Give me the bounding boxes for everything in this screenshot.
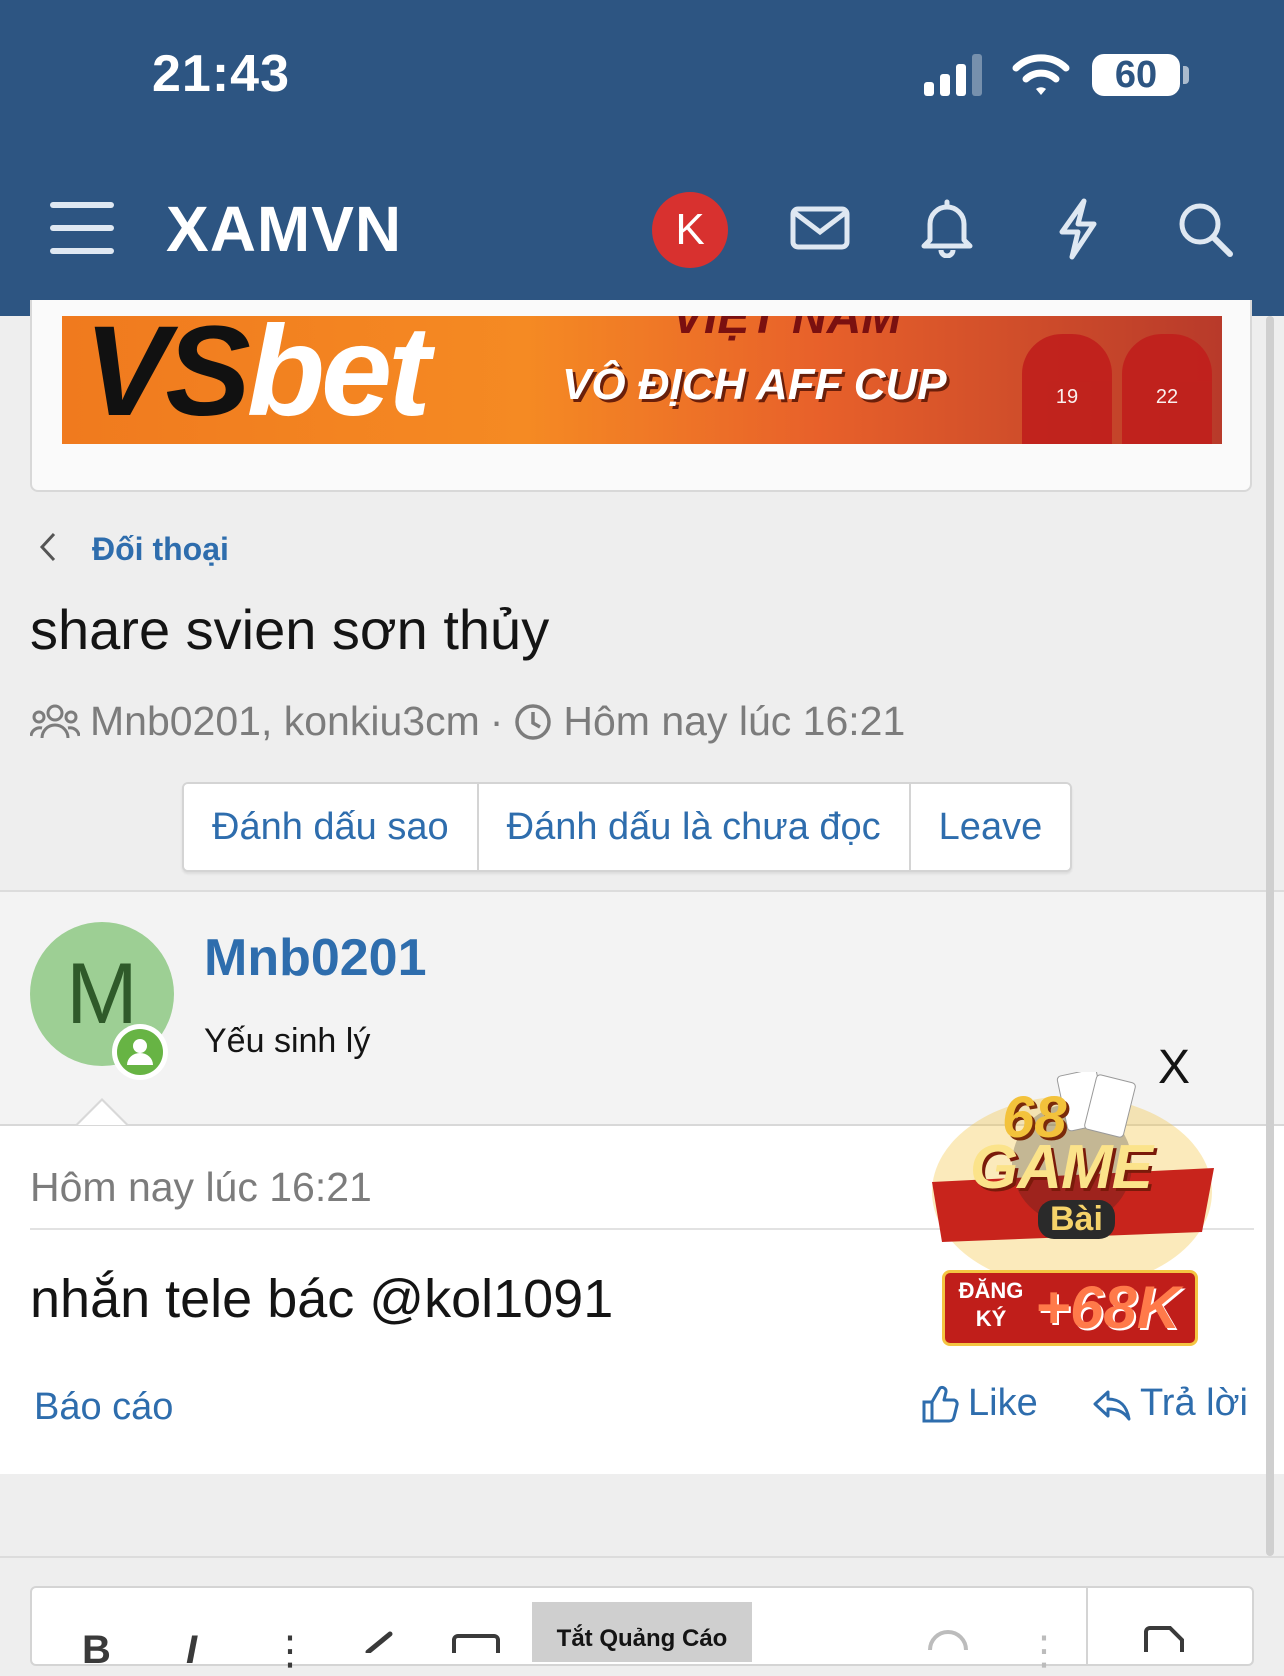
- report-link[interactable]: Báo cáo: [34, 1386, 173, 1429]
- banner-slogan: VÔ ĐỊCH AFF CUP: [562, 360, 947, 409]
- menu-icon[interactable]: [50, 200, 114, 256]
- image-icon[interactable]: [452, 1634, 500, 1653]
- search-icon[interactable]: [1178, 202, 1234, 258]
- ad-register-label: ĐĂNG KÝ: [958, 1278, 1024, 1331]
- like-button[interactable]: Like: [920, 1382, 1038, 1425]
- reply-icon: [1093, 1390, 1131, 1420]
- document-icon[interactable]: [1142, 1626, 1186, 1653]
- ad-bonus-label: +68K: [1035, 1274, 1181, 1341]
- notification-bell-icon[interactable]: [920, 198, 974, 258]
- scrollbar[interactable]: [1266, 316, 1274, 1556]
- cellular-signal-icon: [924, 54, 982, 96]
- bold-button[interactable]: B: [82, 1628, 111, 1673]
- mark-unread-button[interactable]: Đánh dấu là chưa đọc: [478, 784, 911, 870]
- toolbar-divider: [1086, 1586, 1088, 1666]
- disable-ads-button[interactable]: Tắt Quảng Cáo: [532, 1602, 752, 1662]
- message-pointer-fill: [78, 1101, 126, 1125]
- conversation-actions: Đánh dấu sao Đánh dấu là chưa đọc Leave: [182, 782, 1073, 872]
- battery-indicator: 60: [1092, 54, 1180, 96]
- clock-icon: [515, 703, 552, 740]
- participants-icon: [30, 704, 80, 738]
- ad-close-button[interactable]: X: [1158, 1040, 1190, 1095]
- banner-headline: VIỆT NAM: [672, 316, 902, 344]
- reply-button[interactable]: Trả lời: [1092, 1382, 1248, 1425]
- undo-icon[interactable]: [922, 1630, 972, 1653]
- breadcrumb[interactable]: Đối thoại: [92, 531, 229, 568]
- ad-register-badge: ĐĂNG KÝ +68K: [942, 1270, 1198, 1346]
- message-time[interactable]: Hôm nay lúc 16:21: [30, 1164, 372, 1211]
- battery-tip: [1183, 66, 1189, 84]
- banner-player-image: 19: [1022, 334, 1112, 444]
- wifi-icon: [1012, 54, 1070, 95]
- participants[interactable]: Mnb0201, konkiu3cm: [90, 698, 480, 745]
- leave-button[interactable]: Leave: [910, 784, 1071, 870]
- ad-bai-label: Bài: [1038, 1200, 1115, 1239]
- message-text: nhắn tele bác @kol1091: [30, 1269, 614, 1329]
- meta-separator: ·: [489, 698, 504, 744]
- whats-new-lightning-icon[interactable]: [1054, 198, 1102, 260]
- like-label: Like: [968, 1382, 1038, 1424]
- mail-icon[interactable]: [790, 204, 850, 252]
- status-time: 21:43: [152, 45, 290, 103]
- site-logo[interactable]: XAMVN: [166, 192, 402, 266]
- message-username[interactable]: Mnb0201: [204, 928, 427, 988]
- user-avatar[interactable]: K: [652, 192, 728, 268]
- section-separator: [0, 1474, 1284, 1558]
- ad-game-title: GAME: [970, 1133, 1153, 1202]
- page-title: share svien sơn thủy: [30, 598, 550, 661]
- reply-label: Trả lời: [1140, 1382, 1248, 1424]
- editor-more-icon[interactable]: ⋮: [1024, 1628, 1064, 1674]
- more-options-button[interactable]: ⋮: [270, 1628, 310, 1674]
- conversation-meta: Mnb0201, konkiu3cm · Hôm nay lúc 16:21: [30, 698, 905, 745]
- banner-brand: VSbet: [84, 316, 431, 443]
- banner-player-image: 22: [1122, 334, 1212, 444]
- conversation-start-time: Hôm nay lúc 16:21: [563, 698, 906, 744]
- user-title: Yếu sinh lý: [204, 1022, 371, 1060]
- italic-button[interactable]: I: [186, 1628, 197, 1673]
- star-button[interactable]: Đánh dấu sao: [184, 784, 479, 870]
- link-icon[interactable]: [360, 1630, 406, 1653]
- thumbs-up-icon: [922, 1385, 959, 1422]
- chevron-left-icon[interactable]: [38, 530, 60, 564]
- vsbet-banner-ad[interactable]: VSbet VIỆT NAM VÔ ĐỊCH AFF CUP 19 22: [62, 316, 1222, 444]
- online-user-icon: [117, 1029, 163, 1075]
